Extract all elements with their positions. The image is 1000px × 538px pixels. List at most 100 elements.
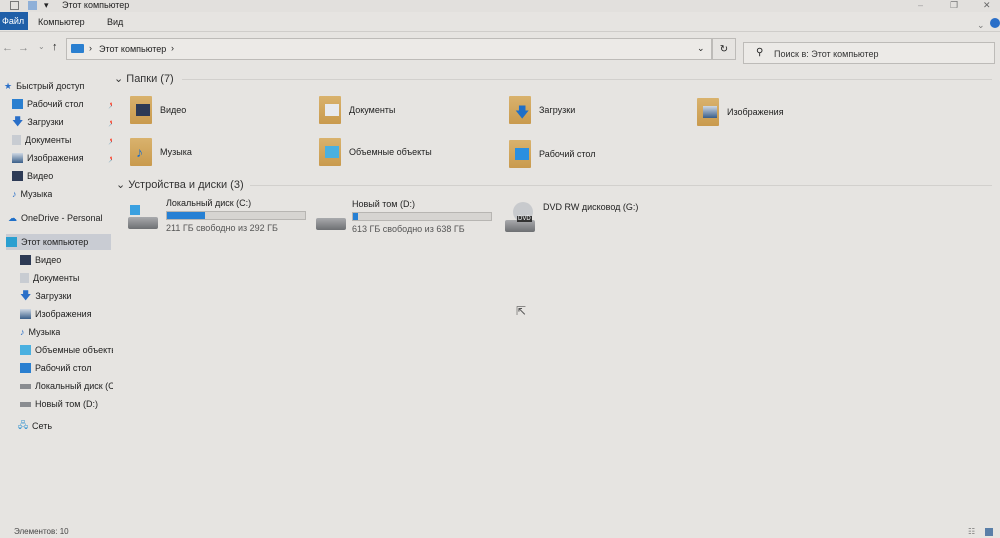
documents-folder-icon	[319, 96, 341, 124]
search-input[interactable]: ⚲ Поиск в: Этот компьютер	[743, 42, 995, 64]
pin-icon: 📌	[108, 136, 112, 145]
download-icon: 🡇	[20, 289, 32, 302]
search-icon: ⚲	[756, 47, 764, 58]
folders-group-header[interactable]: ⌄ Папки (7)	[114, 72, 174, 85]
sidebar-pc-desktop[interactable]: Рабочий стол	[20, 360, 92, 376]
sidebar-pc-documents[interactable]: Документы	[20, 270, 79, 286]
window-title: Этот компьютер	[62, 0, 130, 10]
music-icon: ♪	[12, 189, 17, 199]
cloud-icon: ☁	[8, 212, 17, 223]
tab-computer[interactable]: Компьютер	[38, 15, 85, 29]
folder-music[interactable]: ♪ Музыка	[130, 138, 192, 166]
downloads-folder-icon: 🡇	[509, 96, 531, 124]
sidebar-item-pictures[interactable]: Изображения📌	[12, 150, 112, 166]
music-folder-icon: ♪	[130, 138, 152, 166]
sidebar-item-music[interactable]: ♪ Музыка	[12, 186, 52, 202]
tab-view[interactable]: Вид	[107, 15, 123, 29]
cube-icon	[20, 345, 31, 355]
sidebar-pc-music[interactable]: ♪ Музыка	[20, 324, 60, 340]
sidebar-pc-pictures[interactable]: Изображения	[20, 306, 92, 322]
tab-file[interactable]: Файл	[0, 12, 28, 30]
forward-button[interactable]: →	[18, 42, 29, 54]
drive-dvd[interactable]: DVD DVD RW дисковод (G:)	[505, 202, 638, 234]
desktop-icon	[20, 363, 31, 373]
sidebar-onedrive[interactable]: ☁ OneDrive - Personal	[8, 210, 103, 226]
sidebar-item-downloads[interactable]: 🡇Загрузки📌	[12, 114, 112, 130]
3d-objects-folder-icon	[319, 138, 341, 166]
drive-c-usage-bar	[166, 211, 306, 220]
search-placeholder: Поиск в: Этот компьютер	[774, 49, 879, 59]
drive-d-usage-bar	[352, 212, 492, 221]
refresh-button[interactable]: ↻	[712, 38, 736, 60]
drive-icon	[20, 383, 31, 389]
chevron-down-icon: ⌄	[114, 73, 127, 85]
document-icon	[20, 273, 29, 283]
folder-desktop[interactable]: Рабочий стол	[509, 140, 596, 168]
drive-c[interactable]: Локальный диск (C:) 211 ГБ свободно из 29…	[128, 198, 306, 233]
music-icon: ♪	[20, 327, 25, 337]
pictures-icon	[12, 153, 23, 163]
sidebar-network[interactable]: 🖧 Сеть	[18, 418, 52, 434]
computer-icon	[71, 44, 84, 53]
drive-icon	[20, 401, 31, 407]
help-icon[interactable]	[990, 18, 1000, 28]
sidebar-pc-drive-c[interactable]: Локальный диск (C:)	[20, 378, 113, 394]
properties-icon[interactable]	[10, 1, 19, 10]
video-icon	[12, 171, 23, 181]
mouse-cursor-icon: ⇱	[516, 304, 527, 318]
breadcrumb-this-pc[interactable]: Этот компьютер	[99, 44, 166, 54]
folder-3d-objects[interactable]: Объемные объекты	[319, 138, 432, 166]
address-bar[interactable]: › Этот компьютер › ⌄	[66, 38, 712, 60]
sidebar-pc-3d-objects[interactable]: Объемные объекты	[20, 342, 113, 358]
sidebar-item-video[interactable]: Видео	[12, 168, 53, 184]
minimize-button[interactable]: –	[918, 0, 923, 10]
sidebar-item-documents[interactable]: Документы📌	[12, 132, 112, 148]
divider	[250, 185, 992, 186]
folder-video[interactable]: Видео	[130, 96, 186, 124]
sidebar-pc-drive-d[interactable]: Новый том (D:)	[20, 396, 98, 412]
maximize-button[interactable]: ❐	[950, 0, 958, 11]
dvd-drive-icon: DVD	[505, 202, 537, 234]
network-icon: 🖧	[18, 420, 29, 430]
document-icon	[12, 135, 21, 145]
sidebar-item-desktop[interactable]: Рабочий стол📌	[12, 96, 112, 112]
chevron-down-icon[interactable]: ⌄	[697, 43, 705, 54]
video-icon	[20, 255, 31, 265]
pin-icon: 📌	[108, 100, 112, 109]
chevron-right-icon[interactable]: ›	[89, 43, 92, 53]
drives-group-header[interactable]: ⌄ Устройства и диски (3)	[116, 178, 244, 191]
folder-documents[interactable]: Документы	[319, 96, 395, 124]
download-icon: 🡇	[12, 115, 24, 128]
folder-pictures[interactable]: Изображения	[697, 98, 784, 126]
sidebar-this-pc[interactable]: Этот компьютер	[6, 234, 111, 250]
desktop-icon	[12, 99, 23, 109]
sidebar-pc-downloads[interactable]: 🡇 Загрузки	[20, 288, 72, 304]
star-icon: ★	[4, 80, 13, 91]
expand-ribbon-icon[interactable]: ⌄	[977, 20, 985, 31]
video-folder-icon	[130, 96, 152, 124]
close-button[interactable]: ✕	[983, 0, 991, 11]
desktop-folder-icon	[509, 140, 531, 168]
ribbon-tabs	[0, 12, 1000, 32]
computer-icon	[6, 237, 17, 247]
drive-d[interactable]: Новый том (D:) 613 ГБ свободно из 638 ГБ	[316, 199, 492, 234]
customize-toolbar-icon[interactable]: ▾	[44, 0, 49, 11]
new-folder-icon[interactable]	[28, 1, 37, 10]
up-button[interactable]: ↑	[52, 41, 58, 53]
pictures-icon	[20, 309, 31, 319]
title-bar: ▾ Этот компьютер – ❐ ✕	[0, 0, 1000, 12]
pin-icon: 📌	[108, 154, 112, 163]
windows-drive-icon	[128, 201, 160, 231]
folder-downloads[interactable]: 🡇 Загрузки	[509, 96, 575, 124]
pin-icon: 📌	[108, 118, 112, 127]
large-icons-view-button[interactable]	[985, 528, 993, 536]
divider	[182, 79, 992, 80]
details-view-button[interactable]: ☷	[968, 527, 975, 536]
chevron-right-icon[interactable]: ›	[171, 43, 174, 53]
sidebar-quick-access[interactable]: ★ Быстрый доступ	[4, 78, 84, 94]
navigation-pane: ★Быстрый доступ Рабочий стол📌 🡇Загрузки📌…	[0, 72, 113, 522]
drive-icon	[316, 217, 346, 230]
recent-locations-button[interactable]: ⌄	[38, 42, 45, 51]
back-button[interactable]: ←	[2, 42, 13, 54]
sidebar-pc-video[interactable]: Видео	[20, 252, 61, 268]
